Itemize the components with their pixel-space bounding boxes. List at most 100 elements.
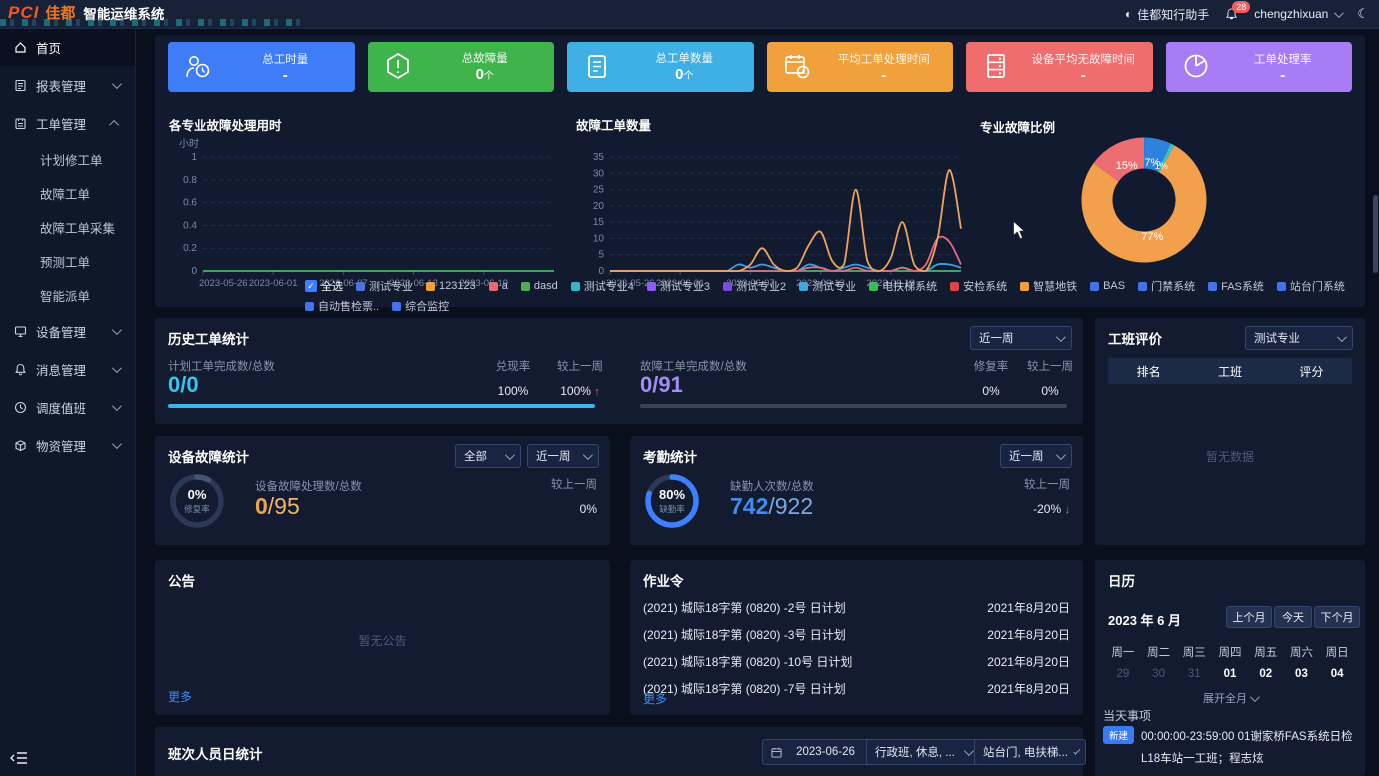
sidebar-item-fault-collect[interactable]: 故障工单采集: [0, 210, 135, 244]
legend-item-13[interactable]: FAS系统: [1208, 278, 1264, 294]
sidebar-item-smart-dispatch[interactable]: 智能派单: [0, 278, 135, 312]
history-range-select[interactable]: 近一周: [970, 326, 1072, 350]
fault-wow: 较上一周 0%: [1018, 358, 1082, 398]
work-command-row[interactable]: (2021) 城际18字第 (0820) -10号 日计划2021年8月20日: [643, 648, 1070, 675]
sidebar-item-report[interactable]: 报表管理: [0, 66, 135, 104]
sidebar-item-workorder[interactable]: 工单管理: [0, 104, 135, 142]
sidebar-item-material[interactable]: 物资管理: [0, 426, 135, 464]
calendar-date-cell[interactable]: 02: [1248, 668, 1284, 680]
legend-item-9[interactable]: 安检系统: [950, 278, 1007, 294]
legend-item-2[interactable]: a: [489, 280, 508, 292]
stat-card-3[interactable]: 平均工单处理时间-: [767, 42, 954, 92]
legend-item-8[interactable]: 电扶梯系统: [869, 278, 937, 294]
calendar-date-cell[interactable]: 31: [1176, 668, 1212, 680]
stat-card-2[interactable]: 总工单数量0个: [567, 42, 754, 92]
more-link[interactable]: 更多: [643, 690, 667, 707]
legend-item-15[interactable]: 自动售检票..: [305, 298, 379, 314]
shift-date-picker[interactable]: 2023-06-26: [762, 739, 872, 765]
chart-legend: ✓全选测试专业123123adasd测试专业4测试专业3测试专业2测试专业电扶梯…: [305, 278, 1360, 314]
legend-item-0[interactable]: 测试专业: [356, 278, 413, 294]
sidebar-item-label: 故障工单采集: [40, 218, 115, 237]
legend-swatch: [1138, 282, 1147, 291]
legend-swatch: [521, 282, 530, 291]
notification-bell[interactable]: 28: [1225, 8, 1238, 21]
weekday-label: 周日: [1319, 644, 1355, 660]
shift-stats-panel: 班次人员日统计 2023-06-26 行政班, 休息, ... 站台门, 电扶梯…: [155, 727, 1083, 776]
legend-item-10[interactable]: 智慧地铁: [1020, 278, 1077, 294]
sidebar-nav: 首页报表管理工单管理计划修工单故障工单故障工单采集预测工单智能派单设备管理消息管…: [0, 28, 135, 464]
stat-card-0[interactable]: 总工时量-: [168, 42, 355, 92]
sidebar-item-message[interactable]: 消息管理: [0, 350, 135, 388]
expand-month-toggle[interactable]: 展开全月: [1095, 690, 1365, 706]
stat-card-value: 0个: [476, 66, 494, 85]
chevron-down-icon: [583, 450, 593, 460]
sidebar-collapse-button[interactable]: [10, 751, 28, 770]
sidebar-item-device[interactable]: 设备管理: [0, 312, 135, 350]
sidebar-item-plan-repair[interactable]: 计划修工单: [0, 142, 135, 176]
sidebar-item-predict-order[interactable]: 预测工单: [0, 244, 135, 278]
more-link[interactable]: 更多: [168, 688, 192, 705]
calendar-date-cell[interactable]: 29: [1105, 668, 1141, 680]
calendar-date-cell[interactable]: 30: [1141, 668, 1177, 680]
sidebar-item-dispatch-duty[interactable]: 调度值班: [0, 388, 135, 426]
stat-card-5[interactable]: 工单处理率-: [1166, 42, 1353, 92]
chevron-down-icon: [1073, 747, 1080, 754]
sidebar-item-label: 物资管理: [36, 436, 86, 455]
stat-card-value: 0个: [675, 66, 693, 85]
legend-item-1[interactable]: 123123: [426, 280, 476, 292]
report-icon: [14, 79, 27, 92]
user-menu[interactable]: chengzhixuan: [1254, 7, 1341, 21]
chevron-down-icon: [112, 325, 122, 335]
calendar-date-cell[interactable]: 04: [1319, 668, 1355, 680]
legend-item-14[interactable]: 站台门系统: [1277, 278, 1345, 294]
device-range-select[interactable]: 近一周: [527, 444, 599, 468]
assistant-link[interactable]: ◐ 佳都知行助手: [1125, 6, 1209, 23]
assistant-label: 佳都知行助手: [1137, 6, 1209, 23]
legend-item-4[interactable]: 测试专业4: [571, 278, 634, 294]
today-button[interactable]: 今天: [1274, 606, 1312, 628]
legend-swatch: [723, 282, 732, 291]
legend-item-3[interactable]: dasd: [521, 280, 558, 292]
collapse-menu-icon: [10, 751, 28, 765]
legend-item-11[interactable]: BAS: [1090, 280, 1125, 292]
shift-system-select[interactable]: 站台门, 电扶梯...: [974, 739, 1086, 765]
work-command-row[interactable]: (2021) 城际18字第 (0820) -7号 日计划2021年8月20日: [643, 675, 1070, 702]
panel-title: 设备故障统计: [168, 446, 249, 466]
chevron-down-icon: [112, 363, 122, 373]
stat-card-1[interactable]: 总故障量0个: [368, 42, 555, 92]
donut-slice-label: 1%: [1155, 161, 1168, 171]
dark-mode-toggle[interactable]: ☾: [1357, 6, 1369, 22]
sidebar-item-label: 故障工单: [40, 184, 90, 203]
sidebar-item-home[interactable]: 首页: [0, 28, 135, 66]
calendar-date-cell[interactable]: 01: [1212, 668, 1248, 680]
chevron-down-icon: [1056, 332, 1066, 342]
attendance-metric-label: 缺勤人次数/总数: [730, 478, 814, 494]
device-scope-select[interactable]: 全部: [455, 444, 521, 468]
next-month-button[interactable]: 下个月: [1314, 606, 1360, 628]
stat-card-4[interactable]: 设备平均无故障时间-: [966, 42, 1153, 92]
attendance-range-select[interactable]: 近一周: [1000, 444, 1072, 468]
legend-select-all[interactable]: ✓全选: [305, 278, 343, 294]
chevron-down-icon: [1337, 332, 1347, 342]
prev-month-button[interactable]: 上个月: [1226, 606, 1272, 628]
weekday-label: 周一: [1105, 644, 1141, 660]
work-command-row[interactable]: (2021) 城际18字第 (0820) -3号 日计划2021年8月20日: [643, 621, 1070, 648]
stat-cards-row: 总工时量- 总故障量0个总工单数量0个平均工单处理时间-设备平均无故障时间- 工单处…: [168, 42, 1352, 92]
scrollbar[interactable]: [1373, 195, 1378, 273]
sidebar-item-label: 计划修工单: [40, 150, 103, 169]
legend-swatch: [356, 282, 365, 291]
team-eval-filter-select[interactable]: 测试专业: [1245, 326, 1353, 350]
legend-item-5[interactable]: 测试专业3: [647, 278, 710, 294]
legend-item-7[interactable]: 测试专业: [799, 278, 856, 294]
legend-item-12[interactable]: 门禁系统: [1138, 278, 1195, 294]
panel-title: 作业令: [643, 570, 684, 590]
shift-type-select[interactable]: 行政班, 休息, ...: [866, 739, 980, 765]
work-command-row[interactable]: (2021) 城际18字第 (0820) -2号 日计划2021年8月20日: [643, 594, 1070, 621]
calendar-date-cell[interactable]: 03: [1284, 668, 1320, 680]
legend-item-16[interactable]: 综合监控: [392, 298, 449, 314]
server-icon: [982, 52, 1012, 82]
legend-swatch: [950, 282, 959, 291]
legend-item-6[interactable]: 测试专业2: [723, 278, 786, 294]
legend-swatch: [1090, 282, 1099, 291]
sidebar-item-fault-order[interactable]: 故障工单: [0, 176, 135, 210]
